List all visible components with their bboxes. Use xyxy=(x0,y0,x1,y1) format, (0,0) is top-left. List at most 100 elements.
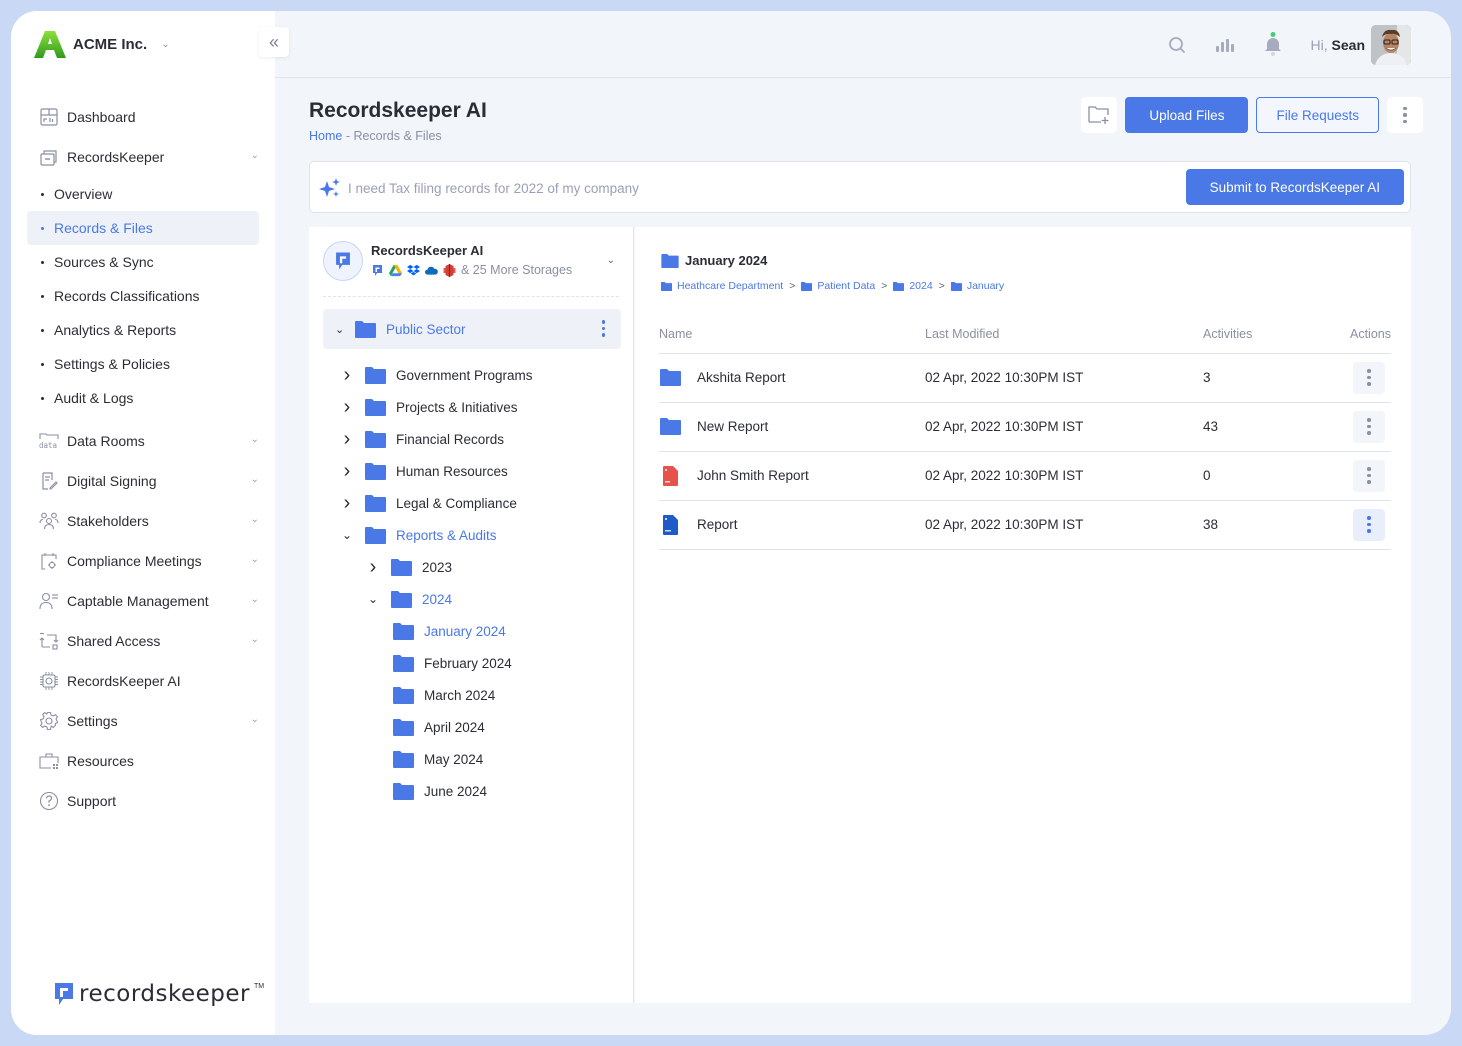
sidebar-item-stakeholders[interactable]: Stakeholders ⌄ xyxy=(27,501,259,541)
collapse-sidebar-button[interactable]: « xyxy=(259,27,289,57)
storage-selector[interactable]: RecordsKeeper AI & 25 More Storages ⌄ xyxy=(323,241,619,297)
tree-node-2024[interactable]: ⌄ 2024 xyxy=(309,583,634,615)
tree-node-february-2024[interactable]: February 2024 xyxy=(309,647,634,679)
sidebar-subitem-label: Records Classifications xyxy=(54,288,200,304)
tree-node-2023[interactable]: › 2023 xyxy=(309,551,634,583)
sidebar-subitem-records-classifications[interactable]: Records Classifications xyxy=(27,279,259,313)
table-row[interactable]: New Report 02 Apr, 2022 10:30PM IST 43 xyxy=(659,402,1391,452)
bullet-icon xyxy=(41,226,44,230)
table-row[interactable]: Akshita Report 02 Apr, 2022 10:30PM IST 3 xyxy=(659,353,1391,403)
sidebar-subitem-settings-and-policies[interactable]: Settings & Policies xyxy=(27,347,259,381)
chevron-right-icon[interactable]: › xyxy=(339,429,355,449)
cell-actions xyxy=(1323,353,1391,403)
column-activities[interactable]: Activities xyxy=(1203,315,1323,354)
ai-prompt-input[interactable] xyxy=(348,176,1048,200)
archive-box-icon xyxy=(39,147,59,167)
row-actions-button[interactable] xyxy=(1353,410,1385,443)
path-segment-january[interactable]: January xyxy=(950,280,1004,292)
tree-node-financial-records[interactable]: › Financial Records xyxy=(309,423,634,455)
column-last-modified[interactable]: Last Modified xyxy=(925,315,1203,354)
sidebar-item-recordskeeper[interactable]: RecordsKeeper ⌄ xyxy=(27,137,259,177)
sidebar-item-data-rooms[interactable]: data Data Rooms ⌄ xyxy=(27,421,259,461)
tree-node-april-2024[interactable]: April 2024 xyxy=(309,711,634,743)
tree-node-january-2024[interactable]: January 2024 xyxy=(309,615,634,647)
row-actions-button[interactable] xyxy=(1353,508,1385,541)
row-actions-button[interactable] xyxy=(1353,361,1385,394)
chevron-right-icon[interactable]: › xyxy=(339,493,355,513)
tree-node-projects-and-initiatives[interactable]: › Projects & Initiatives xyxy=(309,391,634,423)
file-type-icon xyxy=(659,417,681,437)
file-name[interactable]: John Smith Report xyxy=(697,468,809,483)
chevron-right-icon[interactable]: › xyxy=(339,365,355,385)
file-name[interactable]: Akshita Report xyxy=(697,370,786,385)
tree-root-public-sector[interactable]: ⌄ Public Sector xyxy=(323,309,621,349)
sidebar-item-captable-management[interactable]: Captable Management ⌄ xyxy=(27,581,259,621)
tree-node-may-2024[interactable]: May 2024 xyxy=(309,743,634,775)
breadcrumb-home-link[interactable]: Home xyxy=(309,129,342,143)
calendar-gear-icon xyxy=(39,551,59,571)
folder-icon xyxy=(393,622,414,640)
chevron-right-icon[interactable]: › xyxy=(365,557,381,577)
sidebar-item-label: Data Rooms xyxy=(67,433,145,449)
table-row[interactable]: Report 02 Apr, 2022 10:30PM IST 38 xyxy=(659,500,1391,550)
path-segment-patient-data[interactable]: Patient Data xyxy=(801,280,875,292)
analytics-button[interactable] xyxy=(1201,25,1249,65)
new-folder-button[interactable] xyxy=(1081,97,1118,133)
tree-node-label: Financial Records xyxy=(396,431,505,447)
tree-node-legal-and-compliance[interactable]: › Legal & Compliance xyxy=(309,487,634,519)
tree-node-human-resources[interactable]: › Human Resources xyxy=(309,455,634,487)
chevron-down-icon[interactable]: ⌄ xyxy=(335,323,355,336)
upload-files-button[interactable]: Upload Files xyxy=(1125,97,1249,133)
chevron-down-icon[interactable]: ⌄ xyxy=(607,255,615,266)
folder-icon xyxy=(391,590,412,608)
page-title: Recordskeeper AI xyxy=(309,99,487,122)
user-avatar[interactable] xyxy=(1371,25,1411,65)
path-segment-2024[interactable]: 2024 xyxy=(893,280,933,292)
chevron-down-icon[interactable]: ⌄ xyxy=(339,528,355,542)
company-switcher[interactable]: ACME Inc. ⌄ xyxy=(33,29,170,59)
path-segment-heathcare-department[interactable]: Heathcare Department xyxy=(661,280,783,292)
search-button[interactable] xyxy=(1153,25,1201,65)
table-row[interactable]: John Smith Report 02 Apr, 2022 10:30PM IS… xyxy=(659,451,1391,501)
path-segment-label: Heathcare Department xyxy=(677,280,784,292)
files-table: Name Last Modified Activities Actions Ak… xyxy=(659,315,1391,550)
notifications-button[interactable] xyxy=(1249,25,1297,65)
row-actions-button[interactable] xyxy=(1353,459,1385,492)
header-actions: Upload Files File Requests xyxy=(1081,97,1423,133)
sidebar-item-dashboard[interactable]: Dashboard xyxy=(27,97,259,137)
sidebar-item-compliance-meetings[interactable]: Compliance Meetings ⌄ xyxy=(27,541,259,581)
folder-icon xyxy=(659,369,681,386)
sidebar-subitem-records-and-files[interactable]: Records & Files xyxy=(27,211,259,245)
chevron-right-icon[interactable]: › xyxy=(339,461,355,481)
breadcrumb: Home - Records & Files xyxy=(309,129,442,143)
tree-node-label: March 2024 xyxy=(424,687,496,703)
sidebar-item-support[interactable]: Support xyxy=(27,781,259,821)
tree-node-reports-and-audits[interactable]: ⌄ Reports & Audits xyxy=(309,519,634,551)
cell-last-modified: 02 Apr, 2022 10:30PM IST xyxy=(925,451,1203,501)
chevron-down-icon[interactable]: ⌄ xyxy=(365,592,381,606)
sidebar-item-recordskeeper-ai[interactable]: RecordsKeeper AI xyxy=(27,661,259,701)
files-panel: January 2024 Heathcare Department > Patien… xyxy=(635,227,1411,1003)
sidebar-subitem-audit-and-logs[interactable]: Audit & Logs xyxy=(27,381,259,415)
chevron-right-icon[interactable]: › xyxy=(339,397,355,417)
sidebar-item-shared-access[interactable]: Shared Access ⌄ xyxy=(27,621,259,661)
root-more-icon[interactable] xyxy=(601,320,605,337)
tree-node-march-2024[interactable]: March 2024 xyxy=(309,679,634,711)
tree-node-government-programs[interactable]: › Government Programs xyxy=(309,359,634,391)
file-name[interactable]: Report xyxy=(697,517,738,532)
column-name[interactable]: Name xyxy=(659,315,925,354)
sidebar-item-digital-signing[interactable]: Digital Signing ⌄ xyxy=(27,461,259,501)
sidebar-subitem-analytics-and-reports[interactable]: Analytics & Reports xyxy=(27,313,259,347)
sidebar-subitem-overview[interactable]: Overview xyxy=(27,177,259,211)
sidebar-item-settings[interactable]: Settings ⌄ xyxy=(27,701,259,741)
submit-ai-button[interactable]: Submit to RecordsKeeper AI xyxy=(1185,169,1404,205)
file-requests-button[interactable]: File Requests xyxy=(1256,97,1379,133)
folder-icon xyxy=(801,281,813,291)
sidebar-subitem-sources-and-sync[interactable]: Sources & Sync xyxy=(27,245,259,279)
tree-node-june-2024[interactable]: June 2024 xyxy=(309,775,634,807)
sidebar-subitem-label: Analytics & Reports xyxy=(54,322,177,338)
file-name[interactable]: New Report xyxy=(697,419,768,434)
more-options-button[interactable] xyxy=(1387,97,1423,133)
sidebar-item-resources[interactable]: Resources xyxy=(27,741,259,781)
avatar-photo-icon xyxy=(1371,25,1411,65)
